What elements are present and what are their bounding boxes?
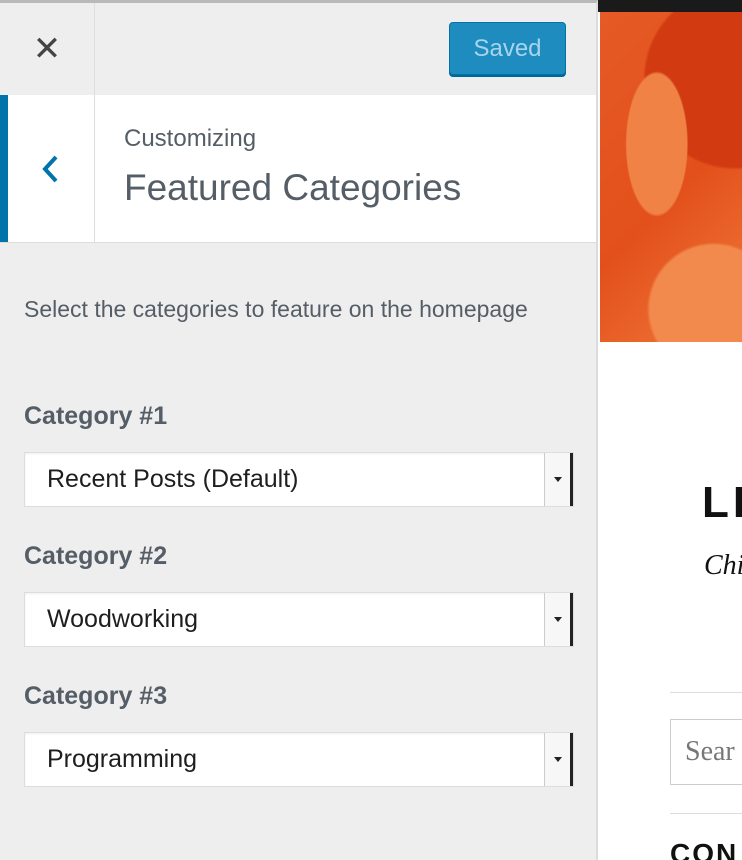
section-header: Customizing Featured Categories (0, 95, 596, 243)
hero-top-bar (598, 0, 742, 12)
category-3-value: Programming (47, 745, 198, 773)
category-2-select[interactable]: Woodworking (24, 592, 574, 647)
section-description: Select the categories to feature on the … (24, 296, 528, 322)
category-1-label: Category #1 (24, 402, 168, 430)
site-preview: LE Chi Sear CON (598, 0, 742, 860)
search-input[interactable]: Sear (670, 719, 742, 785)
site-tagline: Chi (704, 550, 742, 581)
category-2-label: Category #2 (24, 542, 168, 570)
breadcrumb: Customizing (124, 125, 257, 152)
dropdown-arrow-icon[interactable] (544, 733, 573, 786)
saved-button[interactable]: Saved (449, 22, 566, 75)
category-1-select[interactable]: Recent Posts (Default) (24, 452, 574, 507)
section-titles: Customizing Featured Categories (124, 125, 461, 209)
search-placeholder: Sear (685, 736, 735, 767)
divider (670, 813, 742, 814)
dropdown-arrow-icon[interactable] (544, 593, 573, 646)
category-2-value: Woodworking (47, 605, 199, 633)
category-3-select[interactable]: Programming (24, 732, 574, 787)
close-button[interactable]: ✕ (0, 3, 95, 95)
section-heading: CON (670, 838, 739, 860)
divider (670, 692, 742, 693)
customizer-header: ✕ Saved (0, 3, 596, 96)
back-button[interactable] (0, 95, 95, 242)
customizer-panel: ✕ Saved Customizing Featured Categories … (0, 0, 598, 860)
close-icon: ✕ (32, 30, 62, 68)
site-title[interactable]: LE (702, 478, 742, 528)
dropdown-arrow-icon[interactable] (544, 453, 573, 506)
section-title: Featured Categories (124, 167, 462, 208)
hero-image (600, 12, 742, 342)
category-1-value: Recent Posts (Default) (47, 465, 299, 493)
category-3-label: Category #3 (24, 682, 168, 710)
chevron-left-icon (42, 155, 58, 182)
